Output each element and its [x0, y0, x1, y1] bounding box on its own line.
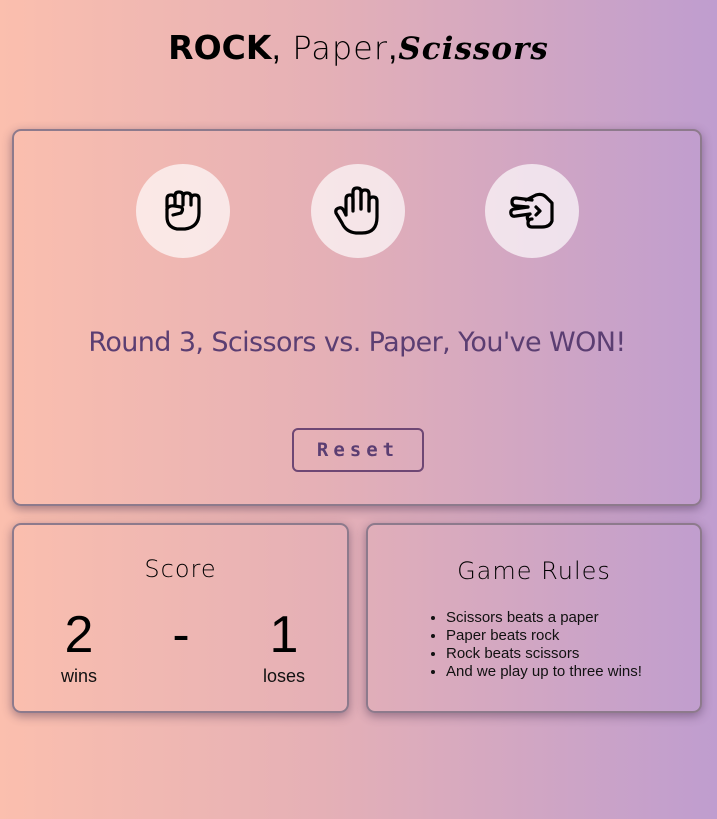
score-separator: - [172, 606, 190, 664]
rules-list: Scissors beats a paper Paper beats rock … [428, 609, 642, 681]
rule-item: Scissors beats a paper [446, 609, 642, 627]
rule-item: And we play up to three wins! [446, 663, 642, 681]
rules-card: Game Rules Scissors beats a paper Paper … [366, 523, 702, 713]
scissors-choice-button[interactable] [485, 164, 579, 258]
rule-item: Paper beats rock [446, 627, 642, 645]
paper-choice-button[interactable] [311, 164, 405, 258]
score-title: Score [144, 555, 217, 583]
open-hand-icon [334, 186, 379, 235]
rock-choice-button[interactable] [136, 164, 230, 258]
game-card: Round 3, Scissors vs. Paper, You've WON!… [12, 129, 702, 506]
title-separator: , [387, 29, 399, 67]
scissors-hand-icon [509, 192, 554, 229]
loses-label: loses [262, 666, 306, 686]
wins-count: 2 [64, 606, 94, 664]
title-rock: ROCK [168, 28, 272, 67]
title-paper: Paper [292, 29, 388, 67]
loses-count: 1 [269, 606, 299, 664]
score-card: Score 2 - 1 wins loses [12, 523, 349, 713]
rules-title: Game Rules [457, 557, 611, 585]
fist-icon [165, 190, 201, 231]
wins-label: wins [60, 666, 97, 686]
reset-button[interactable]: Reset [292, 428, 424, 472]
result-message: Round 3, Scissors vs. Paper, You've WON! [88, 327, 626, 358]
page-title: ROCK, Paper,Scissors [0, 28, 717, 68]
title-separator: , [271, 29, 293, 67]
title-scissors: Scissors [398, 31, 549, 67]
rule-item: Rock beats scissors [446, 645, 642, 663]
